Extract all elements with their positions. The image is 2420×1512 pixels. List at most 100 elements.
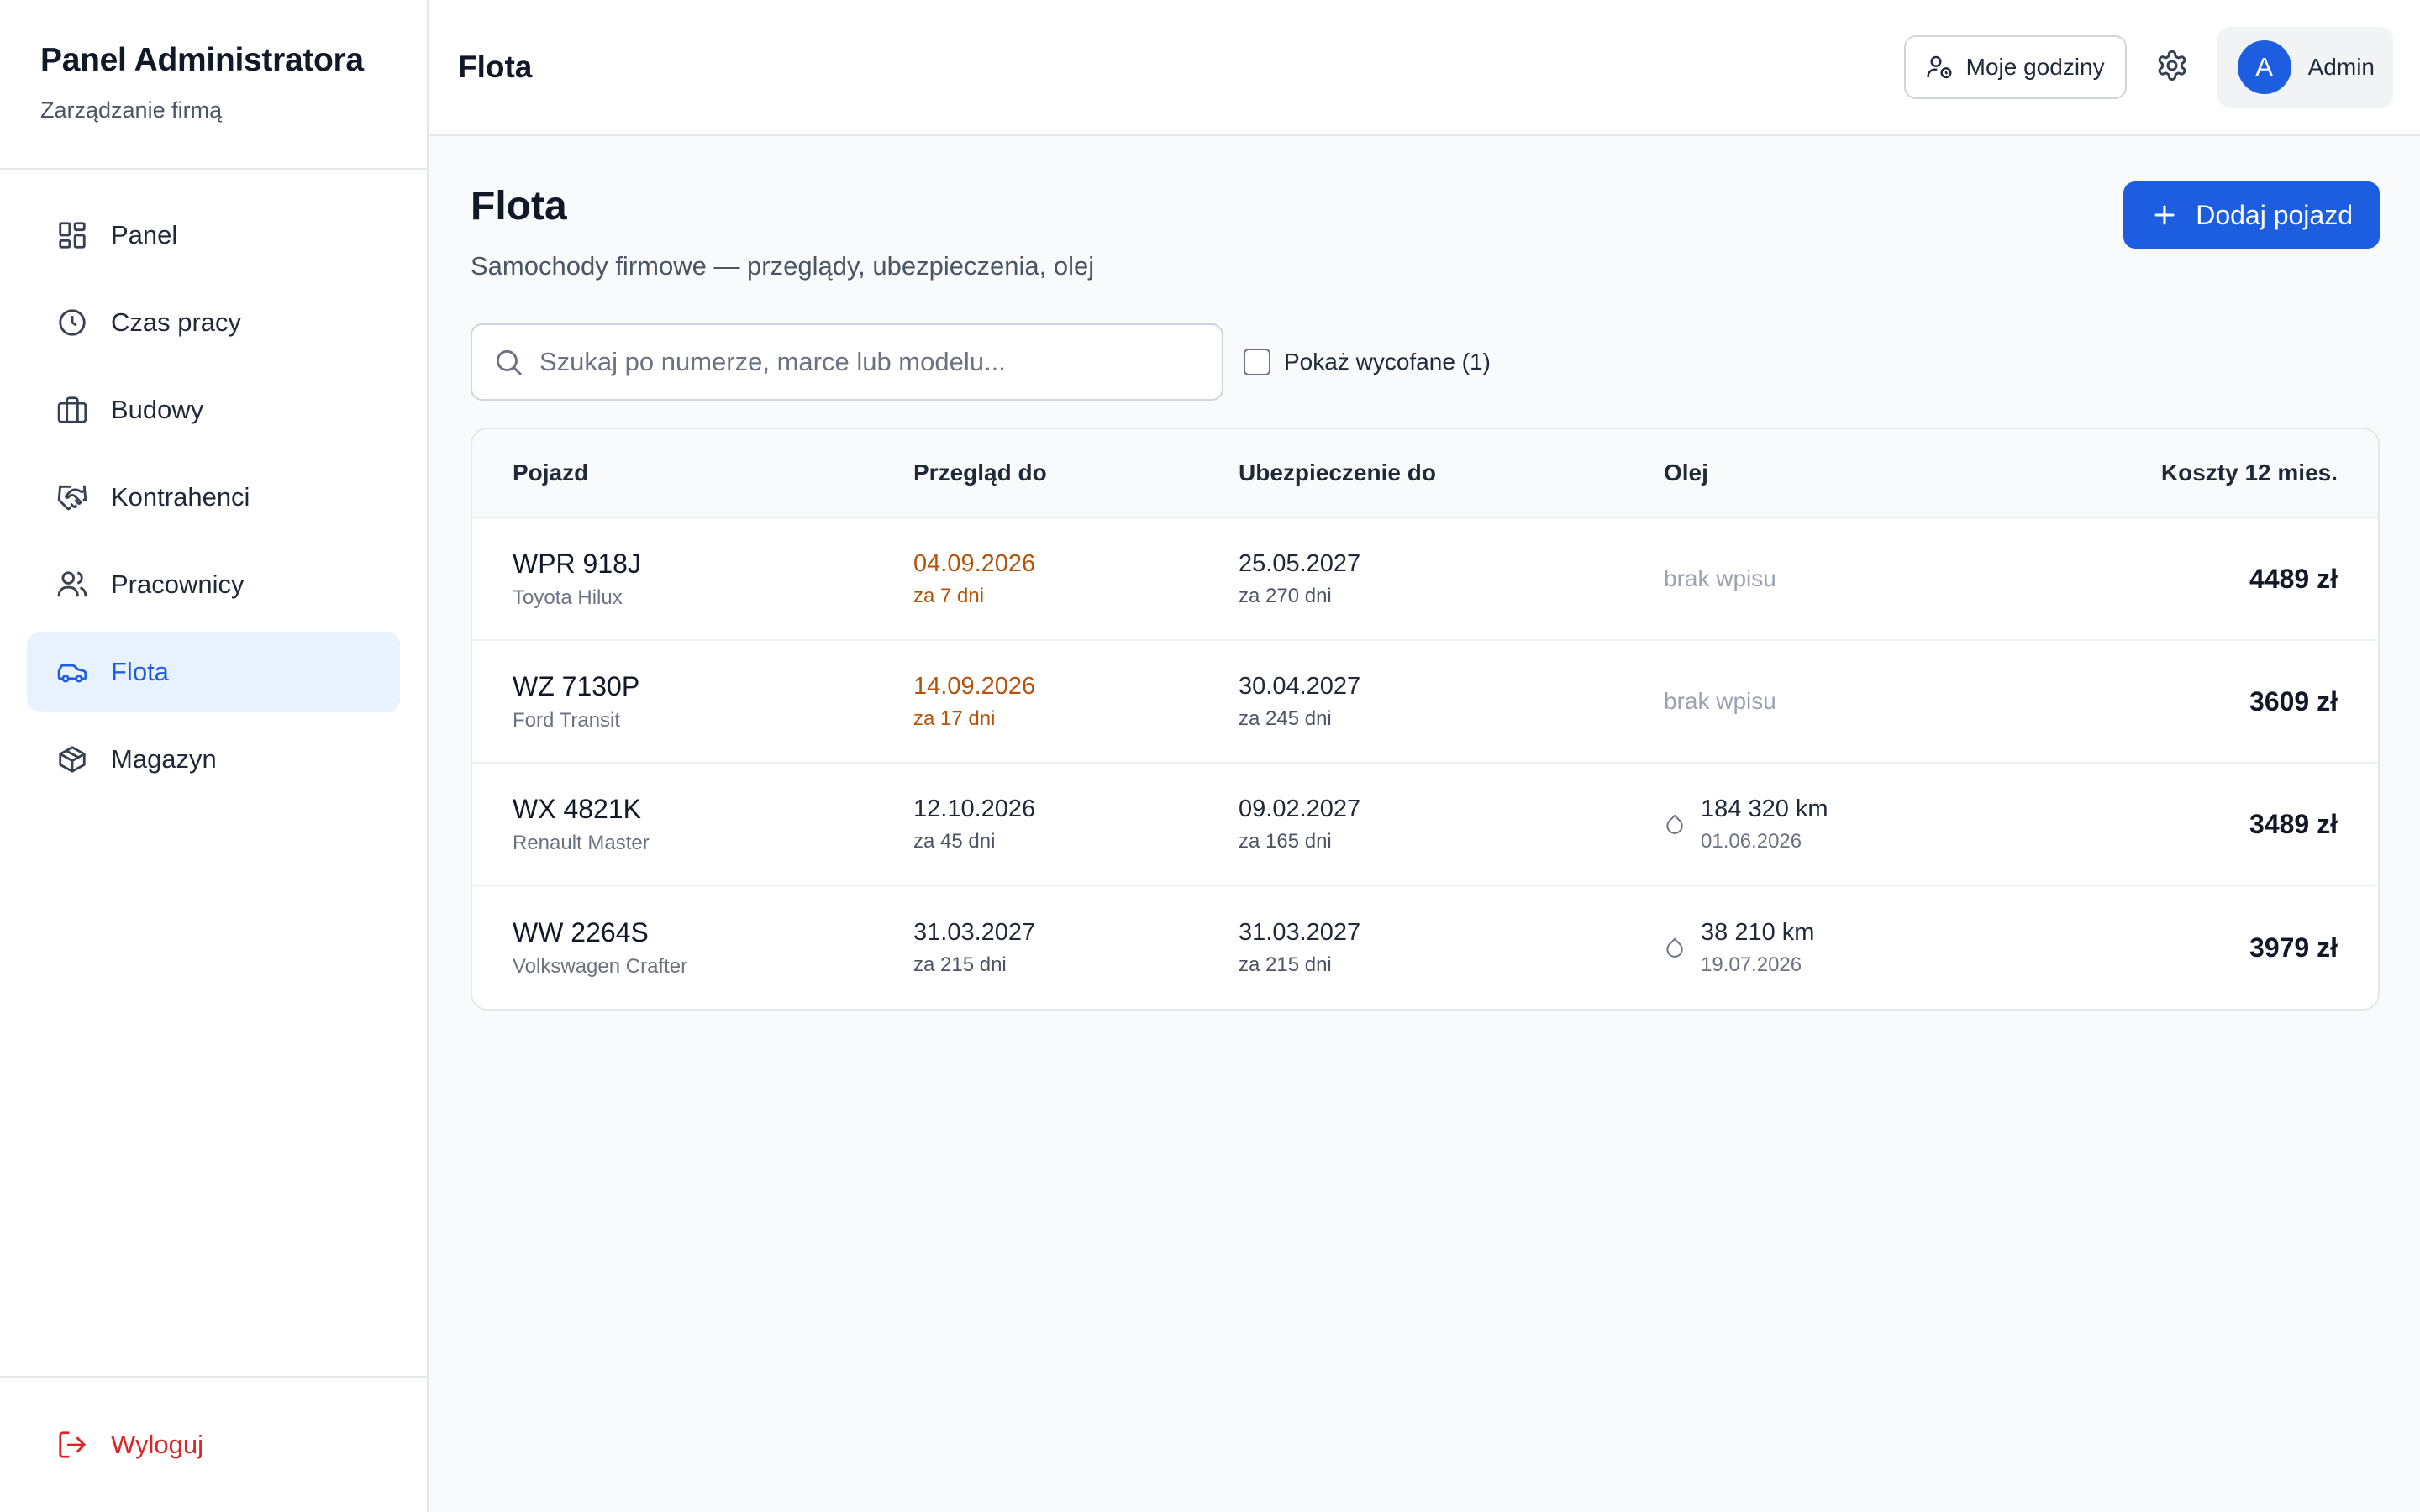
cost-value: 4489 zł [2249,563,2338,594]
fleet-table: Pojazd Przegląd do Ubezpieczenie do Olej… [471,428,2380,1011]
cost-cell: 3489 zł [2017,809,2338,840]
oil-date: 01.06.2026 [1701,829,1802,853]
oil-date: 19.07.2026 [1701,953,1802,976]
logout-label: Wyloguj [111,1430,203,1459]
sidebar-item-label: Panel [111,220,178,249]
show-retired-checkbox[interactable] [1244,349,1270,375]
brand-title: Panel Administratora [40,42,364,78]
oil-cell: brak wpisu [1664,565,2017,592]
cost-cell: 4489 zł [2017,564,2338,595]
sidebar: Panel Administratora Zarządzanie firmą P… [0,0,429,1512]
topbar-actions: Moje godziny A Admin [1903,27,2393,108]
users-icon [55,568,89,601]
insurance-cell: 31.03.2027 za 215 dni [1239,919,1664,977]
oil-empty: brak wpisu [1664,688,1776,714]
oil-cell: brak wpisu [1664,688,2017,715]
oil-empty: brak wpisu [1664,565,1776,591]
sidebar-item-magazyn[interactable]: Magazyn [27,719,400,800]
inspection-cell: 12.10.2026 za 45 dni [913,795,1239,853]
my-hours-button[interactable]: Moje godziny [1903,35,2127,99]
vehicle-plate: WPR 918J [513,548,641,579]
sidebar-item-pracownicy[interactable]: Pracownicy [27,544,400,625]
insurance-relative: za 245 dni [1239,706,1332,730]
sidebar-item-label: Pracownicy [111,570,245,599]
search-input[interactable] [539,347,1202,377]
vehicle-cell: WX 4821K Renault Master [513,794,913,855]
sidebar-nav: Panel Czas pracy Budowy Kontrahenci Prac… [0,170,427,1376]
vehicle-cell: WW 2264S Volkswagen Crafter [513,917,913,979]
briefcase-icon [55,393,89,427]
vehicle-cell: WZ 7130P Ford Transit [513,671,913,732]
table-row[interactable]: WPR 918J Toyota Hilux 04.09.2026 za 7 dn… [472,518,2378,641]
cost-cell: 3609 zł [2017,686,2338,717]
logout-button[interactable]: Wyloguj [27,1404,400,1485]
insurance-relative: za 270 dni [1239,584,1332,607]
vehicle-model: Toyota Hilux [513,585,623,609]
vehicle-plate: WW 2264S [513,916,649,948]
cost-value: 3979 zł [2249,932,2338,963]
vehicle-model: Volkswagen Crafter [513,954,688,978]
main-area: Flota Moje godziny A Admin Flota Samocho… [429,0,2420,1512]
inspection-relative: za 45 dni [913,829,996,853]
clock-icon [55,306,89,339]
inspection-relative: za 17 dni [913,706,996,730]
inspection-relative: za 215 dni [913,953,1007,976]
table-row[interactable]: WX 4821K Renault Master 12.10.2026 za 45… [472,764,2378,886]
sidebar-item-budowy[interactable]: Budowy [27,370,400,450]
sidebar-item-flota[interactable]: Flota [27,632,400,712]
sidebar-item-kontrahenci[interactable]: Kontrahenci [27,457,400,538]
settings-button[interactable] [2145,40,2199,94]
user-clock-icon [1926,53,1954,81]
car-icon [55,655,89,689]
sidebar-item-panel[interactable]: Panel [27,195,400,276]
topbar-title: Flota [458,50,533,84]
column-header-insurance[interactable]: Ubezpieczenie do [1239,459,1664,486]
add-vehicle-button[interactable]: Dodaj pojazd [2123,181,2380,249]
column-header-vehicle[interactable]: Pojazd [513,459,913,486]
topbar: Flota Moje godziny A Admin [429,0,2420,136]
insurance-date: 09.02.2027 [1239,795,1361,822]
sidebar-footer: Wyloguj [0,1376,427,1512]
inspection-date: 31.03.2027 [913,918,1036,946]
insurance-cell: 09.02.2027 za 165 dni [1239,795,1664,853]
droplet-icon [1664,936,1687,959]
oil-cell: 38 210 km 19.07.2026 [1664,919,2017,977]
logout-icon [55,1428,89,1462]
package-icon [55,743,89,776]
vehicle-cell: WPR 918J Toyota Hilux [513,549,913,610]
brand-subtitle: Zarządzanie firmą [40,97,223,123]
column-header-inspection[interactable]: Przegląd do [913,459,1239,486]
my-hours-label: Moje godziny [1965,54,2105,80]
oil-mileage: 38 210 km [1701,918,1815,946]
table-row[interactable]: WW 2264S Volkswagen Crafter 31.03.2027 z… [472,886,2378,1009]
inspection-date: 12.10.2026 [913,795,1036,822]
gear-icon [2155,49,2189,87]
table-header: Pojazd Przegląd do Ubezpieczenie do Olej… [472,429,2378,518]
page-content: Flota Samochody firmowe — przeglądy, ube… [429,136,2420,1011]
table-row[interactable]: WZ 7130P Ford Transit 14.09.2026 za 17 d… [472,641,2378,764]
user-menu[interactable]: A Admin [2217,27,2393,108]
oil-cell: 184 320 km 01.06.2026 [1664,795,2017,853]
inspection-date: 04.09.2026 [913,549,1036,577]
show-retired-toggle[interactable]: Pokaż wycofane (1) [1244,349,1491,375]
column-header-costs[interactable]: Koszty 12 mies. [2017,459,2338,486]
cost-value: 3609 zł [2249,685,2338,717]
cost-cell: 3979 zł [2017,932,2338,963]
sidebar-item-label: Czas pracy [111,307,242,337]
app-root: Panel Administratora Zarządzanie firmą P… [0,0,2420,1512]
oil-mileage: 184 320 km [1701,795,1828,822]
add-vehicle-label: Dodaj pojazd [2196,199,2353,230]
column-header-oil[interactable]: Olej [1664,459,2017,486]
insurance-cell: 30.04.2027 za 245 dni [1239,673,1664,731]
user-name: Admin [2307,54,2375,80]
sidebar-item-label: Budowy [111,395,204,424]
avatar: A [2237,40,2291,94]
search-icon [492,345,524,379]
page-subtitle: Samochody firmowe — przeglądy, ubezpiecz… [471,251,1095,281]
insurance-relative: za 165 dni [1239,829,1332,853]
insurance-date: 25.05.2027 [1239,549,1361,577]
page-heading: Flota Samochody firmowe — przeglądy, ube… [471,180,1094,281]
sidebar-item-czas-pracy[interactable]: Czas pracy [27,282,400,363]
inspection-cell: 31.03.2027 za 215 dni [913,919,1239,977]
oil-info: 184 320 km 01.06.2026 [1701,795,1828,853]
